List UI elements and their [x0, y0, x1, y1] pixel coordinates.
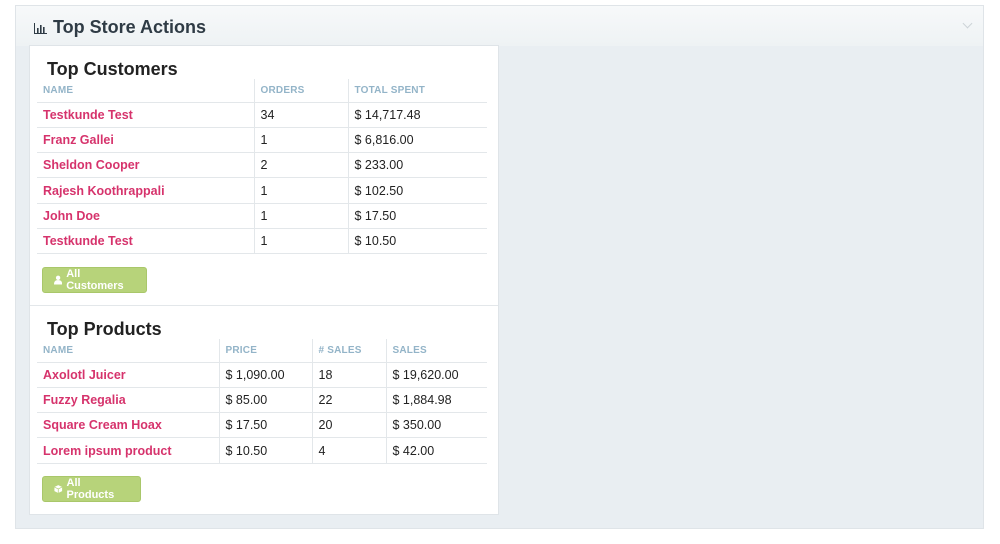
column-header-sales: SALES: [385, 339, 487, 363]
column-header-orders: ORDERS: [253, 79, 348, 103]
customer-total-spent: $ 17.50: [347, 203, 487, 229]
product-sales-count: 4: [311, 437, 386, 464]
customer-total-spent: $ 102.50: [347, 177, 487, 204]
panel-header[interactable]: Top Store Actions: [16, 6, 983, 46]
top-actions-card: Top Customers NAME ORDERS TOTAL SPENT Te…: [29, 45, 499, 515]
table-header-row: NAME ORDERS TOTAL SPENT: [37, 79, 487, 103]
customer-orders: 1: [253, 203, 348, 229]
customer-orders: 1: [253, 177, 348, 204]
table-row: Lorem ipsum product $ 10.50 4 $ 42.00: [37, 437, 487, 464]
cube-icon: [54, 485, 63, 494]
table-row: John Doe 1 $ 17.50: [37, 203, 487, 229]
customer-orders: 1: [253, 228, 348, 255]
table-header-row: NAME PRICE # SALES SALES: [37, 339, 487, 363]
top-products-section: Top Products NAME PRICE # SALES SALES Ax…: [30, 306, 498, 515]
table-row: Testkunde Test 34 $ 14,717.48: [37, 102, 487, 128]
product-sales: $ 42.00: [385, 437, 487, 464]
product-sales-count: 20: [311, 412, 386, 439]
top-customers-section: Top Customers NAME ORDERS TOTAL SPENT Te…: [30, 46, 498, 306]
chevron-down-icon[interactable]: [962, 18, 973, 29]
product-name-link[interactable]: Axolotl Juicer: [37, 362, 219, 388]
customer-name-link[interactable]: Franz Gallei: [37, 127, 254, 154]
product-sales: $ 350.00: [385, 412, 487, 439]
column-header-sales-count: # SALES: [311, 339, 386, 363]
customer-total-spent: $ 6,816.00: [347, 127, 487, 154]
user-icon: [54, 275, 63, 285]
customer-name-link[interactable]: Testkunde Test: [37, 228, 254, 255]
products-table: NAME PRICE # SALES SALES Axolotl Juicer …: [37, 339, 487, 464]
table-row: Sheldon Cooper 2 $ 233.00: [37, 152, 487, 179]
table-row: Testkunde Test 1 $ 10.50: [37, 228, 487, 255]
table-row: Rajesh Koothrappali 1 $ 102.50: [37, 177, 487, 204]
all-products-button[interactable]: All Products: [42, 476, 141, 502]
customer-total-spent: $ 233.00: [347, 152, 487, 179]
customer-orders: 1: [253, 127, 348, 154]
customer-name-link[interactable]: Sheldon Cooper: [37, 152, 254, 179]
product-price: $ 1,090.00: [218, 362, 312, 388]
bar-chart-icon: [34, 23, 47, 34]
table-row: Franz Gallei 1 $ 6,816.00: [37, 127, 487, 154]
all-customers-button[interactable]: All Customers: [42, 267, 147, 293]
customer-total-spent: $ 10.50: [347, 228, 487, 255]
table-row: Square Cream Hoax $ 17.50 20 $ 350.00: [37, 412, 487, 439]
column-header-price: PRICE: [218, 339, 312, 363]
customers-table: NAME ORDERS TOTAL SPENT Testkunde Test 3…: [37, 79, 487, 255]
top-customers-title: Top Customers: [47, 59, 178, 79]
product-price: $ 85.00: [218, 387, 312, 414]
customer-orders: 34: [253, 102, 348, 128]
product-sales: $ 1,884.98: [385, 387, 487, 414]
column-header-name: NAME: [37, 339, 219, 363]
customer-total-spent: $ 14,717.48: [347, 102, 487, 128]
column-header-name: NAME: [37, 79, 254, 103]
column-header-total-spent: TOTAL SPENT: [347, 79, 487, 103]
top-store-actions-panel: Top Store Actions Top Customers NAME ORD…: [15, 5, 984, 529]
panel-title: Top Store Actions: [34, 17, 206, 38]
customer-orders: 2: [253, 152, 348, 179]
all-customers-label: All Customers: [66, 268, 124, 292]
product-price: $ 17.50: [218, 412, 312, 439]
product-name-link[interactable]: Fuzzy Regalia: [37, 387, 219, 414]
panel-title-text: Top Store Actions: [53, 17, 206, 37]
product-sales-count: 18: [311, 362, 386, 388]
product-sales: $ 19,620.00: [385, 362, 487, 388]
table-row: Fuzzy Regalia $ 85.00 22 $ 1,884.98: [37, 387, 487, 414]
all-products-label: All Products: [66, 477, 115, 501]
customer-name-link[interactable]: Rajesh Koothrappali: [37, 177, 254, 204]
customer-name-link[interactable]: John Doe: [37, 203, 254, 229]
table-row: Axolotl Juicer $ 1,090.00 18 $ 19,620.00: [37, 362, 487, 388]
product-name-link[interactable]: Square Cream Hoax: [37, 412, 219, 439]
top-products-title: Top Products: [47, 319, 162, 339]
product-sales-count: 22: [311, 387, 386, 414]
product-price: $ 10.50: [218, 437, 312, 464]
product-name-link[interactable]: Lorem ipsum product: [37, 437, 219, 464]
customer-name-link[interactable]: Testkunde Test: [37, 102, 254, 128]
